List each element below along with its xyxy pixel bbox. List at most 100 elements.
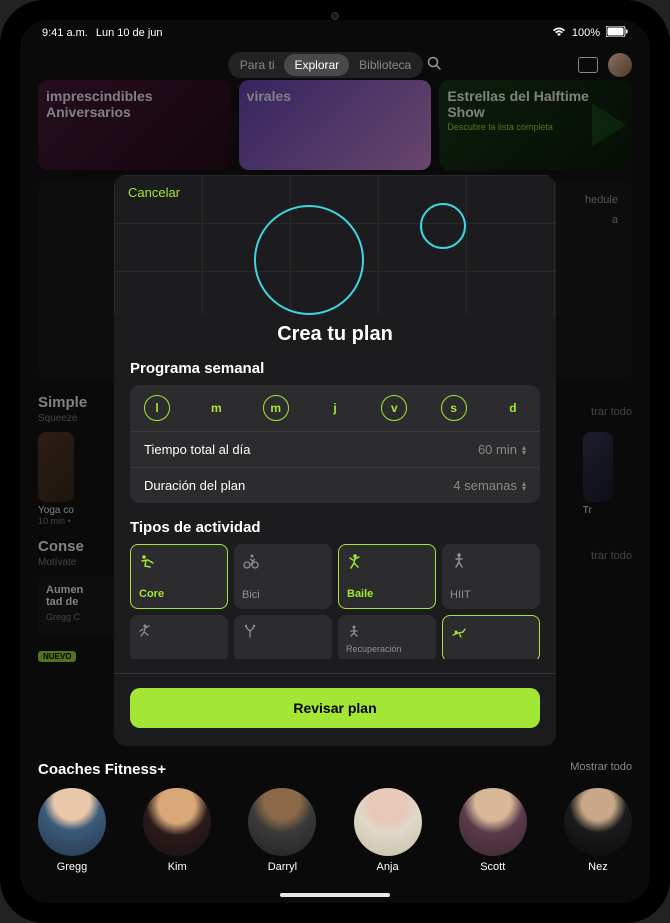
activity-label: Bici — [242, 589, 324, 601]
activity-card-row2-3[interactable] — [442, 615, 540, 659]
bg-card-virales[interactable]: virales — [239, 80, 432, 170]
activity-icon — [242, 623, 324, 642]
tab-biblioteca[interactable]: Biblioteca — [349, 54, 421, 76]
coach-anja[interactable]: Anja — [354, 788, 422, 873]
schedule-section-label: Programa semanal — [130, 360, 540, 377]
bg-card-subtitle: Descubre la lista completa — [447, 122, 624, 132]
coach-gregg[interactable]: Gregg — [38, 788, 106, 873]
coach-darryl[interactable]: Darryl — [248, 788, 316, 873]
bg-card-title: Estrellas del Halftime Show — [447, 88, 624, 120]
activity-card-hiit[interactable]: HIIT — [442, 544, 540, 609]
coach-name: Nez — [588, 861, 608, 873]
coaches-show-all[interactable]: Mostrar todo — [570, 761, 632, 778]
battery-icon — [606, 26, 628, 40]
decorative-circle-large — [254, 205, 364, 315]
coach-nez[interactable]: Nez — [564, 788, 632, 873]
workout-thumb[interactable] — [583, 432, 613, 502]
coach-name: Scott — [480, 861, 505, 873]
activity-card-baile[interactable]: Baile — [338, 544, 436, 609]
battery-text: 100% — [572, 27, 600, 39]
nav-tabs: Para ti Explorar Biblioteca — [20, 46, 650, 84]
coach-avatar — [248, 788, 316, 856]
setting-value: 4 semanas ▴▾ — [453, 478, 526, 493]
setting-label: Tiempo total al día — [144, 442, 250, 457]
day-selector-row: lmmjvsd — [130, 385, 540, 431]
coach-name: Kim — [168, 861, 187, 873]
bg-card-title: imprescindibles Aniversarios — [46, 88, 223, 120]
day-toggle-0[interactable]: l — [144, 395, 170, 421]
coach-avatar — [564, 788, 632, 856]
status-date: Lun 10 de jun — [96, 27, 163, 39]
coach-name: Anja — [377, 861, 399, 873]
day-toggle-4[interactable]: v — [381, 395, 407, 421]
coach-avatar — [143, 788, 211, 856]
cancel-button[interactable]: Cancelar — [128, 185, 180, 200]
review-plan-button[interactable]: Revisar plan — [130, 688, 540, 728]
coach-name: Darryl — [268, 861, 297, 873]
bg-card-aniversarios[interactable]: imprescindibles Aniversarios — [38, 80, 231, 170]
activity-card-row2-0[interactable] — [130, 615, 228, 659]
daily-time-row[interactable]: Tiempo total al día 60 min ▴▾ — [130, 431, 540, 467]
decorative-circle-small — [420, 203, 466, 249]
plan-duration-row[interactable]: Duración del plan 4 semanas ▴▾ — [130, 467, 540, 503]
show-all-link[interactable]: trar todo — [591, 406, 632, 418]
bg-hero-text: hedule — [585, 194, 618, 206]
create-plan-modal: Cancelar Crea tu plan Programa semanal l… — [114, 175, 556, 746]
tab-para-ti[interactable]: Para ti — [230, 54, 285, 76]
time-value-text: 60 min — [478, 442, 517, 457]
day-toggle-6[interactable]: d — [500, 395, 526, 421]
core-icon — [139, 553, 219, 576]
thumb-sub: 10 min • — [38, 516, 74, 526]
activity-grid: Core Bici Baile HIIT — [130, 544, 540, 609]
activity-card-core[interactable]: Core — [130, 544, 228, 609]
thumb-label: Tr — [583, 505, 632, 516]
activity-label: HIIT — [450, 589, 532, 601]
coaches-section: Coaches Fitness+ Mostrar todo Gregg Kim Da… — [38, 761, 632, 873]
home-indicator[interactable] — [280, 893, 390, 897]
activity-card-row2-2[interactable]: Recuperación — [338, 615, 436, 659]
coach-avatar — [459, 788, 527, 856]
coach-scott[interactable]: Scott — [459, 788, 527, 873]
user-avatar[interactable] — [608, 53, 632, 77]
activity-card-row2-1[interactable] — [234, 615, 332, 659]
coaches-title: Coaches Fitness+ — [38, 761, 166, 778]
hiit-icon — [450, 552, 532, 575]
thumb-label: Yoga co — [38, 505, 74, 516]
duration-value-text: 4 semanas — [453, 478, 517, 493]
coach-name: Gregg — [57, 861, 88, 873]
airplay-icon[interactable] — [578, 57, 598, 73]
day-toggle-1[interactable]: m — [203, 395, 229, 421]
activity-icon — [451, 624, 531, 643]
activity-label: Baile — [347, 588, 427, 600]
day-toggle-3[interactable]: j — [322, 395, 348, 421]
day-toggle-2[interactable]: m — [263, 395, 289, 421]
wifi-icon — [552, 27, 566, 40]
bg-card-title: virales — [247, 88, 424, 104]
schedule-card: l m m j v s d Tiempo total al día 60 min ▴▾ Du… — [130, 385, 540, 503]
activity-mini-label: Recuperación — [346, 644, 428, 654]
modal-title: Crea tu plan — [114, 323, 556, 346]
show-all-link[interactable]: trar todo — [591, 550, 632, 562]
status-time: 9:41 a.m. — [42, 27, 88, 39]
coach-avatar — [38, 788, 106, 856]
activity-icon — [138, 623, 220, 642]
modal-footer: Revisar plan — [114, 673, 556, 746]
day-toggle-5[interactable]: s — [441, 395, 467, 421]
bici-icon — [242, 552, 324, 575]
status-bar: 9:41 a.m. Lun 10 de jun 100% — [20, 20, 650, 46]
coach-avatar — [354, 788, 422, 856]
tab-explorar[interactable]: Explorar — [284, 54, 349, 76]
setting-value: 60 min ▴▾ — [478, 442, 526, 457]
activity-label: Core — [139, 588, 219, 600]
search-icon[interactable] — [427, 56, 442, 74]
modal-header: Cancelar — [114, 175, 556, 315]
bg-hero-sub: a — [585, 214, 618, 226]
new-badge: NUEVO — [38, 651, 76, 662]
activity-icon — [346, 623, 428, 642]
workout-thumb[interactable] — [38, 432, 74, 502]
activity-section-label: Tipos de actividad — [130, 519, 540, 536]
coach-kim[interactable]: Kim — [143, 788, 211, 873]
stepper-icon: ▴▾ — [522, 445, 526, 455]
bg-card-halftime[interactable]: Estrellas del Halftime Show Descubre la … — [439, 80, 632, 170]
activity-card-bici[interactable]: Bici — [234, 544, 332, 609]
